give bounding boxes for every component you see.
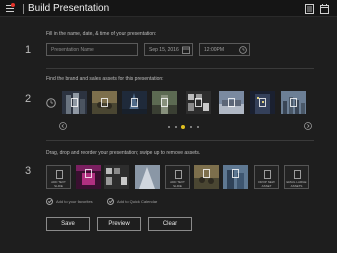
asset-thumbnail[interactable]: [281, 91, 306, 114]
asset-label: DROP NEW ASSET: [258, 180, 275, 188]
date-field[interactable]: [144, 43, 193, 56]
document-icon: [71, 98, 78, 107]
document-icon: [131, 98, 138, 107]
asset-thumbnail[interactable]: [92, 91, 117, 114]
document-icon: [161, 98, 168, 107]
clear-button[interactable]: Clear: [148, 217, 192, 231]
presentation-asset[interactable]: [194, 165, 219, 189]
section-divider: [46, 68, 314, 69]
email-large-assets-button[interactable]: EMAIL LARGE ASSETS: [284, 165, 309, 189]
document-icon: [264, 170, 271, 179]
preview-button[interactable]: Preview: [97, 217, 141, 231]
save-button[interactable]: Save: [46, 217, 90, 231]
asset-thumbnail[interactable]: [219, 91, 244, 114]
document-icon: [175, 170, 182, 179]
presentation-name-input[interactable]: [51, 46, 137, 53]
add-to-favorites-checkbox[interactable]: Add to your favorites: [46, 198, 93, 205]
next-arrow-icon[interactable]: [304, 122, 312, 130]
step-1-number: 1: [25, 44, 32, 56]
pagination-dot-active[interactable]: [181, 125, 185, 129]
document-icon: [101, 98, 108, 107]
presentation-name-field[interactable]: [46, 43, 138, 56]
title-divider: [23, 4, 24, 14]
step-1-instruction: Fill in the name, date, & time of your p…: [46, 31, 157, 37]
document-icon: [294, 170, 301, 179]
document-icon: [56, 170, 63, 179]
step-3-number: 3: [25, 165, 32, 177]
top-bar: Build Presentation: [0, 0, 337, 17]
add-text-slide-button[interactable]: ADD TEXT SLIDE: [165, 165, 190, 189]
clock-icon[interactable]: [239, 46, 247, 54]
add-text-slide-button[interactable]: ADD TEXT SLIDE: [46, 165, 71, 189]
step-3-instruction: Drag, drop and reorder your presentation…: [46, 150, 201, 156]
pagination-dot[interactable]: [168, 126, 170, 128]
add-to-calendar-checkbox[interactable]: Add to Quick Calendar: [107, 198, 157, 205]
document-icon: [85, 169, 92, 178]
check-circle-icon: [46, 198, 53, 205]
document-icon: [195, 98, 202, 107]
asset-thumbnail[interactable]: [152, 91, 177, 114]
notification-badge: [11, 3, 15, 7]
pagination-dot[interactable]: [197, 126, 199, 128]
asset-thumbnail[interactable]: [250, 91, 275, 114]
pagination-dots: [165, 125, 205, 129]
asset-label: EMAIL LARGE ASSETS: [286, 180, 307, 188]
pagination-dot[interactable]: [175, 126, 177, 128]
calendar-icon[interactable]: [182, 46, 190, 54]
document-icon: [232, 169, 239, 178]
presentation-asset[interactable]: [104, 165, 129, 189]
document-icon: [203, 169, 210, 178]
drop-new-asset-slot[interactable]: DROP NEW ASSET: [254, 165, 279, 189]
page-title: Build Presentation: [28, 3, 110, 14]
section-divider: [46, 140, 314, 141]
presentation-asset[interactable]: [135, 165, 160, 189]
favorites-label: Add to your favorites: [56, 199, 93, 204]
step-2-instruction: Find the brand and sales assets for this…: [46, 76, 164, 82]
asset-thumbnail[interactable]: [122, 91, 147, 114]
step-2-number: 2: [25, 93, 32, 105]
recent-clock-icon[interactable]: [46, 98, 56, 108]
check-circle-icon: [107, 198, 114, 205]
document-icon: [259, 98, 266, 107]
document-icon[interactable]: [305, 4, 314, 14]
asset-label: ADD TEXT SLIDE: [170, 180, 185, 188]
asset-label: ADD TEXT SLIDE: [51, 180, 66, 188]
calendar-label: Add to Quick Calendar: [117, 199, 158, 204]
calendar-icon[interactable]: [320, 4, 329, 14]
presentation-asset[interactable]: [76, 165, 101, 189]
previous-arrow-icon[interactable]: [59, 122, 67, 130]
asset-thumbnail[interactable]: [62, 91, 87, 114]
document-icon: [290, 98, 297, 107]
time-field[interactable]: [199, 43, 250, 56]
document-icon: [228, 98, 235, 107]
presentation-asset[interactable]: [223, 165, 248, 189]
pagination-dot[interactable]: [190, 126, 192, 128]
asset-thumbnail[interactable]: [186, 91, 211, 114]
